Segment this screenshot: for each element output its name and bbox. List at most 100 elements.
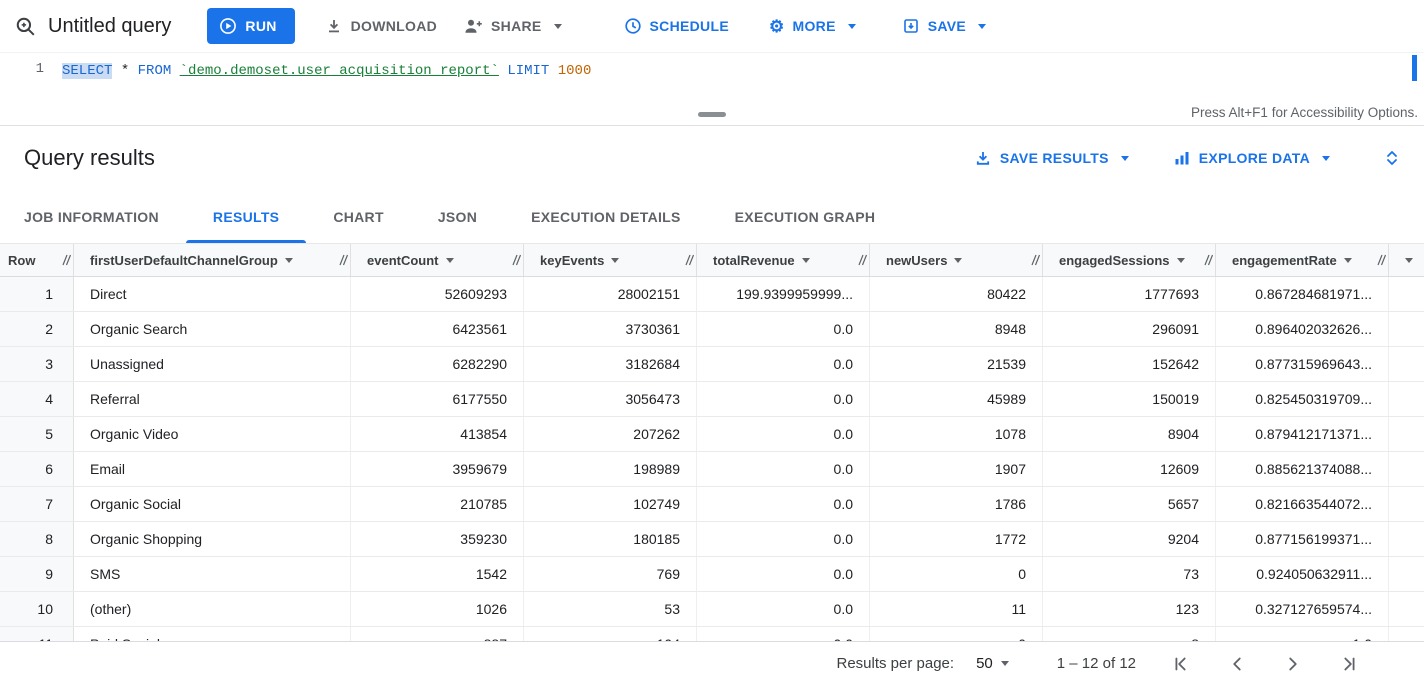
- cell-keyEvents: 3182684: [524, 347, 697, 381]
- person-add-icon: [463, 16, 483, 36]
- column-header-clipped[interactable]: [1389, 244, 1423, 276]
- chevron-down-icon: [1121, 156, 1129, 161]
- save-icon: [902, 17, 920, 35]
- editor-scrollbar[interactable]: [1412, 55, 1417, 81]
- column-resize-handle[interactable]: [62, 254, 71, 266]
- previous-page-button[interactable]: [1226, 653, 1248, 675]
- sort-caret-icon[interactable]: [285, 258, 293, 263]
- more-button[interactable]: ⚙ MORE: [769, 18, 856, 35]
- chevron-down-icon: [1322, 156, 1330, 161]
- column-label: totalRevenue: [713, 253, 795, 268]
- column-label: engagementRate: [1232, 253, 1337, 268]
- sort-caret-icon[interactable]: [446, 258, 454, 263]
- sort-caret-icon[interactable]: [802, 258, 810, 263]
- tab-job-information[interactable]: JOB INFORMATION: [0, 190, 186, 243]
- cell-eventCount: 413854: [351, 417, 524, 451]
- tab-json[interactable]: JSON: [411, 190, 504, 243]
- sql-token: FROM: [138, 63, 172, 79]
- table-row: 6Email39596791989890.01907126090.8856213…: [0, 452, 1424, 487]
- column-header-newUsers[interactable]: newUsers: [870, 244, 1043, 276]
- column-header-engagedSessions[interactable]: engagedSessions: [1043, 244, 1216, 276]
- cell-eventCount: 210785: [351, 487, 524, 521]
- tab-execution-graph[interactable]: EXECUTION GRAPH: [708, 190, 903, 243]
- column-header-totalRevenue[interactable]: totalRevenue: [697, 244, 870, 276]
- cell-keyEvents: 198989: [524, 452, 697, 486]
- sort-caret-icon[interactable]: [611, 258, 619, 263]
- download-button[interactable]: DOWNLOAD: [325, 17, 437, 35]
- cell-engagedSessions: 8904: [1043, 417, 1216, 451]
- column-header-engagementRate[interactable]: engagementRate: [1216, 244, 1389, 276]
- cell-firstUserDefaultChannelGroup: Organic Shopping: [74, 522, 351, 556]
- sort-caret-icon[interactable]: [1344, 258, 1352, 263]
- row-number: 6: [0, 452, 74, 486]
- sql-token: [549, 63, 557, 79]
- column-header-keyEvents[interactable]: keyEvents: [524, 244, 697, 276]
- save-button[interactable]: SAVE: [902, 17, 986, 35]
- column-resize-handle[interactable]: [1377, 254, 1386, 266]
- cell-clipped: [1389, 277, 1423, 311]
- schedule-button[interactable]: SCHEDULE: [624, 17, 729, 35]
- cell-firstUserDefaultChannelGroup: Paid Social: [74, 627, 351, 641]
- last-page-icon: [1338, 653, 1360, 675]
- column-resize-handle[interactable]: [1204, 254, 1213, 266]
- chevron-down-icon: [978, 24, 986, 29]
- save-results-label: SAVE RESULTS: [1000, 150, 1109, 166]
- cell-clipped: [1389, 312, 1423, 346]
- cell-totalRevenue: 0.0: [697, 487, 870, 521]
- table-reference-link[interactable]: `demo.demoset.user_acquisition_report`: [180, 63, 499, 79]
- cell-firstUserDefaultChannelGroup: Organic Search: [74, 312, 351, 346]
- cell-newUsers: 1786: [870, 487, 1043, 521]
- table-row: 2Organic Search642356137303610.089482960…: [0, 312, 1424, 347]
- panel-divider: Press Alt+F1 for Accessibility Options.: [0, 104, 1424, 126]
- tab-execution-details[interactable]: EXECUTION DETAILS: [504, 190, 708, 243]
- first-page-button[interactable]: [1170, 653, 1192, 675]
- column-header-Row[interactable]: Row: [0, 244, 74, 276]
- panel-resize-handle[interactable]: [698, 112, 726, 117]
- cell-engagedSessions: 12609: [1043, 452, 1216, 486]
- sort-caret-icon[interactable]: [954, 258, 962, 263]
- sql-editor[interactable]: 1 SELECT * FROM `demo.demoset.user_acqui…: [0, 52, 1424, 104]
- cell-engagedSessions: 5657: [1043, 487, 1216, 521]
- row-number: 1: [0, 277, 74, 311]
- cell-engagedSessions: 152642: [1043, 347, 1216, 381]
- line-number: 1: [0, 53, 62, 104]
- query-title: Untitled query: [48, 15, 171, 38]
- column-resize-handle[interactable]: [858, 254, 867, 266]
- row-number: 4: [0, 382, 74, 416]
- column-resize-handle[interactable]: [685, 254, 694, 266]
- run-button[interactable]: RUN: [207, 8, 294, 44]
- save-results-button[interactable]: SAVE RESULTS: [974, 149, 1129, 167]
- cell-engagedSessions: 9204: [1043, 522, 1216, 556]
- last-page-button[interactable]: [1338, 653, 1360, 675]
- column-resize-handle[interactable]: [1031, 254, 1040, 266]
- sql-token: *: [112, 63, 137, 79]
- chevron-left-icon: [1226, 653, 1248, 675]
- column-header-firstUserDefaultChannelGroup[interactable]: firstUserDefaultChannelGroup: [74, 244, 351, 276]
- column-resize-handle[interactable]: [512, 254, 521, 266]
- sql-line[interactable]: SELECT * FROM `demo.demoset.user_acquisi…: [62, 53, 591, 104]
- next-page-button[interactable]: [1282, 653, 1304, 675]
- table-row: 3Unassigned628229031826840.0215391526420…: [0, 347, 1424, 382]
- explore-data-button[interactable]: EXPLORE DATA: [1173, 149, 1330, 167]
- tab-results[interactable]: RESULTS: [186, 190, 306, 243]
- column-resize-handle[interactable]: [339, 254, 348, 266]
- row-number: 2: [0, 312, 74, 346]
- row-number: 5: [0, 417, 74, 451]
- sort-caret-icon[interactable]: [1177, 258, 1185, 263]
- expand-panel-button[interactable]: [1382, 148, 1402, 168]
- tab-chart[interactable]: CHART: [306, 190, 411, 243]
- share-button[interactable]: SHARE: [463, 16, 562, 36]
- cell-clipped: [1389, 452, 1423, 486]
- per-page-select[interactable]: 50: [976, 655, 1009, 672]
- bar-chart-icon: [1173, 149, 1191, 167]
- sql-token: [171, 63, 179, 79]
- column-label: keyEvents: [540, 253, 604, 268]
- sort-caret-icon[interactable]: [1405, 258, 1413, 263]
- cell-engagementRate: 0.877315969643...: [1216, 347, 1389, 381]
- cell-clipped: [1389, 347, 1423, 381]
- chevron-right-icon: [1282, 653, 1304, 675]
- column-header-eventCount[interactable]: eventCount: [351, 244, 524, 276]
- save-results-icon: [974, 149, 992, 167]
- cell-clipped: [1389, 487, 1423, 521]
- cell-clipped: [1389, 522, 1423, 556]
